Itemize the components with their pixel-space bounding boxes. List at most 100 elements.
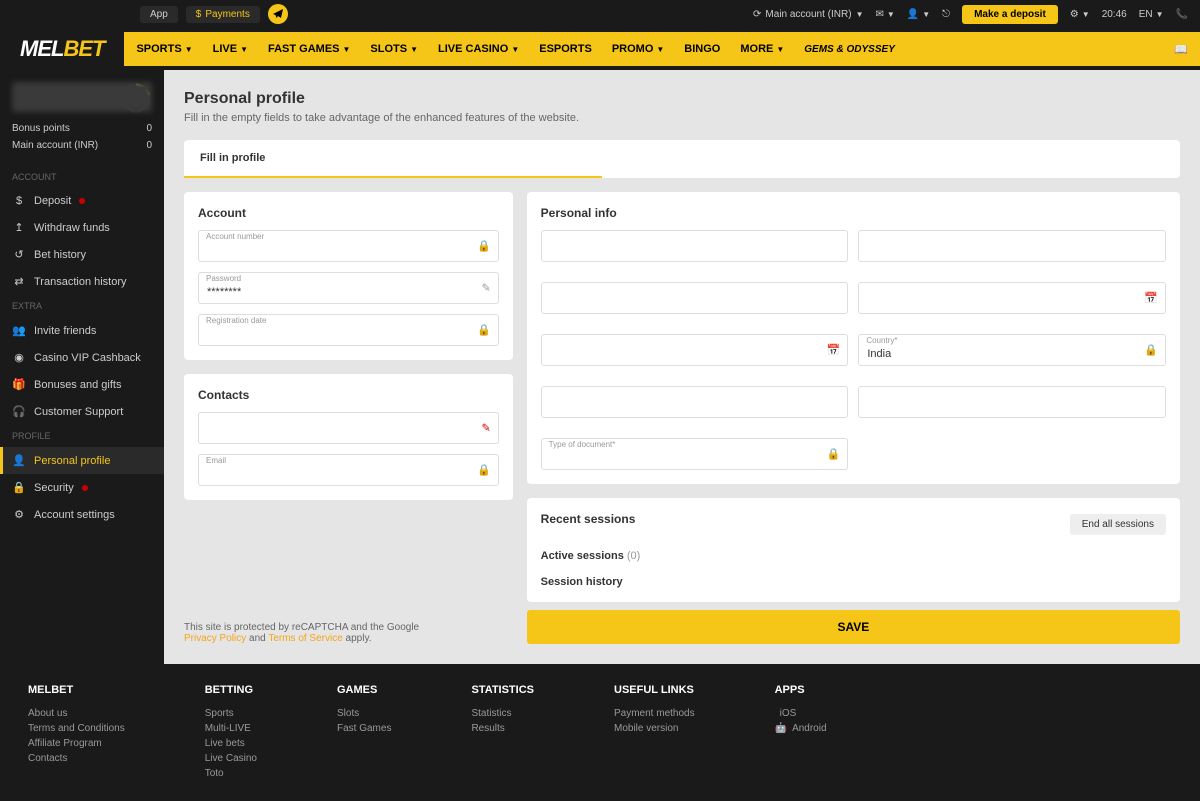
end-sessions-button[interactable]: End all sessions: [1070, 514, 1166, 535]
calendar-icon[interactable]: 📅: [827, 344, 841, 357]
nav-slots[interactable]: SLOTS▼: [370, 43, 418, 55]
field-label: Type of document*: [549, 440, 616, 449]
footer-stats: STATISTICS Statistics Results: [471, 684, 534, 781]
footer-link[interactable]: Multi-LIVE: [205, 721, 257, 736]
swap-icon: ⇄: [12, 275, 26, 288]
refresh-icon: ⟳: [753, 9, 761, 20]
lock-icon: 🔒: [477, 464, 491, 477]
footer-link[interactable]: Affiliate Program: [28, 736, 125, 751]
sidebar-bonuses[interactable]: 🎁Bonuses and gifts: [0, 371, 164, 398]
field-label: Account number: [206, 232, 264, 241]
sidebar-support[interactable]: 🎧Customer Support: [0, 398, 164, 425]
region-input[interactable]: [541, 386, 849, 418]
sidebar-bethistory[interactable]: ↺Bet history: [0, 241, 164, 268]
session-history[interactable]: Session history: [541, 576, 1166, 588]
field-password: Password ✎: [198, 272, 499, 304]
nav-promo[interactable]: PROMO▼: [612, 43, 664, 55]
dob-input[interactable]: [858, 282, 1166, 314]
nav-fastgames[interactable]: FAST GAMES▼: [268, 43, 350, 55]
account-dropdown[interactable]: ⟳ Main account (INR) ▼: [753, 9, 863, 20]
footer-link[interactable]: Mobile version: [614, 721, 695, 736]
calendar-icon[interactable]: 📅: [1144, 292, 1158, 305]
sidebar-transhistory[interactable]: ⇄Transaction history: [0, 268, 164, 295]
footer-link[interactable]: Toto: [205, 766, 257, 781]
sidebar-cashback[interactable]: ◉Casino VIP Cashback: [0, 344, 164, 371]
address-input[interactable]: [858, 386, 1166, 418]
android-link[interactable]: 🤖Android: [775, 721, 827, 736]
section-profile: PROFILE: [0, 425, 164, 447]
footer-link[interactable]: Terms and Conditions: [28, 721, 125, 736]
logout-icon[interactable]: ⎋: [942, 9, 950, 20]
footer-link[interactable]: Live bets: [205, 736, 257, 751]
email-input: [198, 454, 499, 486]
footer-link[interactable]: Statistics: [471, 706, 534, 721]
nav-esports[interactable]: ESPORTS: [539, 43, 592, 55]
tab-fill-profile[interactable]: Fill in profile: [184, 140, 281, 178]
middlename-input[interactable]: [541, 282, 849, 314]
nav-bingo[interactable]: BINGO: [684, 43, 720, 55]
save-button[interactable]: SAVE: [527, 610, 1180, 644]
tab-indicator: [184, 176, 602, 178]
person-icon: 👤: [12, 454, 26, 467]
logo-bet: BET: [63, 36, 104, 61]
sidebar-settings[interactable]: ⚙Account settings: [0, 501, 164, 528]
chevron-down-icon: ▼: [856, 10, 864, 19]
edit-icon[interactable]: ✎: [481, 282, 490, 295]
card-title-personal: Personal info: [541, 206, 1166, 220]
nav-sports[interactable]: SPORTS▼: [136, 43, 192, 55]
sidebar-invite[interactable]: 👥Invite friends: [0, 317, 164, 344]
edit-icon[interactable]: ✎: [481, 422, 490, 435]
terms-link[interactable]: Terms of Service: [268, 633, 342, 644]
footer-link[interactable]: Results: [471, 721, 534, 736]
mail-icon[interactable]: ✉▼: [875, 9, 894, 20]
footer-heading: BETTING: [205, 684, 257, 696]
lastname-input[interactable]: [858, 230, 1166, 262]
sidebar-withdraw[interactable]: ↥Withdraw funds: [0, 214, 164, 241]
city-input[interactable]: [541, 334, 849, 366]
history-icon: ↺: [12, 248, 26, 261]
card-personal: Personal info 📅 📅 Country* 🔒: [527, 192, 1180, 484]
dollar-icon: $: [12, 195, 26, 207]
footer-heading: STATISTICS: [471, 684, 534, 696]
privacy-link[interactable]: Privacy Policy: [184, 633, 246, 644]
password-input[interactable]: [198, 272, 499, 304]
ios-link[interactable]: iOS: [775, 706, 827, 721]
lock-icon: 🔒: [1144, 344, 1158, 357]
footer-link[interactable]: Sports: [205, 706, 257, 721]
upload-icon: ↥: [12, 221, 26, 234]
nav-live[interactable]: LIVE▼: [213, 43, 248, 55]
gear-icon: ⚙: [12, 508, 26, 521]
field-phone: ✎: [198, 412, 499, 444]
sidebar-security[interactable]: 🔒Security: [0, 474, 164, 501]
footer-link[interactable]: Slots: [337, 706, 391, 721]
page-subtitle: Fill in the empty fields to take advanta…: [184, 112, 1180, 124]
chevron-down-icon: ▼: [776, 45, 784, 54]
nav-gems[interactable]: GEMS & ODYSSEY: [804, 44, 895, 55]
deposit-button[interactable]: Make a deposit: [962, 5, 1058, 24]
telegram-icon[interactable]: [268, 4, 288, 24]
footer-link[interactable]: Payment methods: [614, 706, 695, 721]
footer-link[interactable]: About us: [28, 706, 125, 721]
payments-button[interactable]: $ Payments: [186, 6, 260, 23]
users-icon: 👥: [12, 324, 26, 337]
logo-mel: MEL: [20, 36, 63, 61]
footer-link[interactable]: Contacts: [28, 751, 125, 766]
logo[interactable]: MELBET: [0, 28, 124, 70]
user-icon[interactable]: 👤▼: [907, 9, 930, 20]
footer-link[interactable]: Fast Games: [337, 721, 391, 736]
sidebar-deposit[interactable]: $Deposit: [0, 188, 164, 214]
alert-dot: [79, 198, 85, 204]
footer-link[interactable]: Live Casino: [205, 751, 257, 766]
gear-icon[interactable]: ⚙▼: [1070, 9, 1090, 20]
phone-icon[interactable]: 📞: [1176, 9, 1188, 20]
header: MELBET SPORTS▼ LIVE▼ FAST GAMES▼ SLOTS▼ …: [0, 28, 1200, 70]
firstname-input[interactable]: [541, 230, 849, 262]
phone-input[interactable]: [198, 412, 499, 444]
app-button[interactable]: App: [140, 6, 178, 23]
alert-dot: [82, 485, 88, 491]
lang-dropdown[interactable]: EN▼: [1139, 9, 1164, 20]
nav-livecasino[interactable]: LIVE CASINO▼: [438, 43, 519, 55]
book-icon[interactable]: 📖: [1174, 43, 1188, 56]
nav-more[interactable]: MORE▼: [740, 43, 784, 55]
sidebar-personal[interactable]: 👤Personal profile: [0, 447, 164, 474]
